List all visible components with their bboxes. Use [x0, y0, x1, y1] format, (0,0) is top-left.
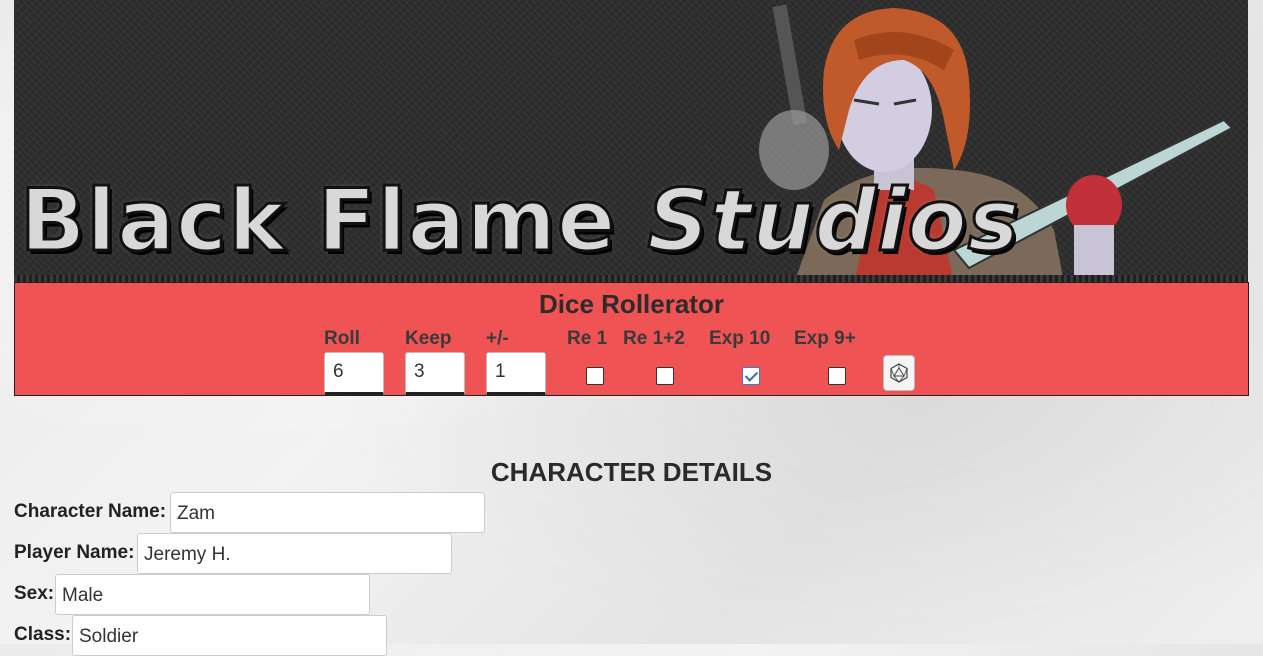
sex-input[interactable]: Male: [55, 574, 370, 615]
character-name-input[interactable]: Zam: [170, 492, 485, 533]
player-name-label: Player Name:: [14, 542, 135, 563]
keep-count-input[interactable]: 3: [405, 352, 465, 396]
reroll-1-checkbox[interactable]: [586, 367, 604, 385]
class-label: Class:: [14, 624, 72, 645]
roll-label: Roll: [324, 328, 360, 349]
dice-panel-title: Dice Rollerator: [539, 289, 724, 319]
logo-text-black-flame: Black Flame: [18, 171, 617, 271]
modifier-label: +/-: [486, 328, 509, 349]
studio-logo-text: Black Flame Studios: [18, 177, 1020, 266]
character-details-heading: CHARACTER DETAILS: [490, 457, 773, 487]
logo-text-studios: Studios: [646, 171, 1021, 271]
roll-dice-button[interactable]: [883, 355, 915, 391]
modifier-input[interactable]: 1: [486, 352, 546, 396]
explode-10-checkbox[interactable]: [742, 367, 760, 385]
sex-label: Sex:: [14, 583, 55, 604]
explode-10-label: Exp 10: [709, 328, 771, 349]
dice-rollerator-panel: Dice Rollerator Roll Keep +/- Re 1 Re 1+…: [14, 282, 1249, 396]
d20-dice-icon: [890, 363, 908, 383]
character-name-label: Character Name:: [14, 501, 167, 522]
roll-count-input[interactable]: 6: [324, 352, 384, 396]
reroll-1-label: Re 1: [567, 328, 608, 349]
explode-9-checkbox[interactable]: [828, 367, 846, 385]
keep-label: Keep: [405, 328, 452, 349]
reroll-1-2-checkbox[interactable]: [656, 367, 674, 385]
player-name-input[interactable]: Jeremy H.: [137, 533, 452, 574]
explode-9-label: Exp 9+: [794, 328, 856, 349]
class-input[interactable]: Soldier: [72, 615, 387, 656]
reroll-1-2-label: Re 1+2: [623, 328, 685, 349]
header-banner: Black Flame Studios: [14, 0, 1248, 283]
